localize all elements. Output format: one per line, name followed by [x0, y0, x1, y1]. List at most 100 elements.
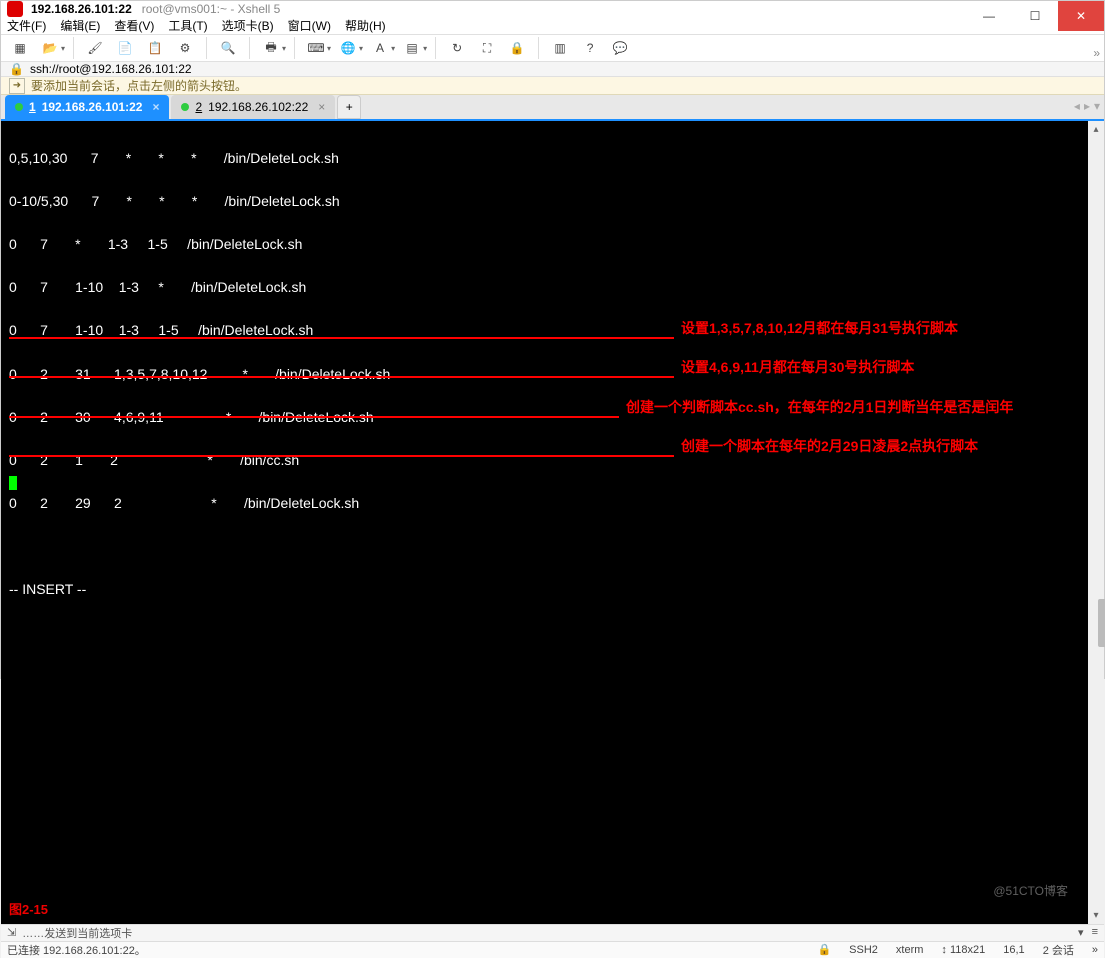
status-protocol: SSH2: [849, 944, 878, 956]
search-icon[interactable]: 🔍: [215, 35, 241, 61]
compose-target-icon[interactable]: ⇲: [7, 926, 16, 939]
tab-scroll: ◂ ▸ ▾: [1074, 99, 1100, 113]
status-size-icon: ↕: [941, 944, 947, 956]
menu-file[interactable]: 文件(F): [7, 17, 46, 34]
menu-window[interactable]: 窗口(W): [288, 17, 331, 34]
tabbar: 1 192.168.26.101:22 × 2 192.168.26.102:2…: [1, 95, 1104, 121]
separator: [538, 37, 539, 59]
infobar-text: 要添加当前会话，点击左侧的箭头按钮。: [31, 77, 247, 94]
term-line: 0 7 * 1-3 1-5 /bin/DeleteLock.sh: [9, 236, 302, 252]
scroll-thumb[interactable]: [1098, 599, 1105, 647]
scroll-up-icon[interactable]: ▴: [1088, 121, 1104, 137]
minimize-button[interactable]: —: [966, 1, 1012, 31]
app-window: 192.168.26.101:22 root@vms001:~ - Xshell…: [0, 0, 1105, 679]
fullscreen-icon[interactable]: ⛶: [474, 35, 500, 61]
help-icon[interactable]: ?: [577, 35, 603, 61]
new-session-icon[interactable]: ▦: [7, 35, 33, 61]
tab-list-icon[interactable]: ▾: [1094, 99, 1100, 113]
status-connection: 已连接 192.168.26.101:22。: [7, 942, 146, 958]
status-sessions: 2 会话: [1043, 942, 1074, 958]
terminal-area: 0,5,10,30 7 * * * /bin/DeleteLock.sh 0-1…: [1, 121, 1104, 924]
title-host: 192.168.26.101:22: [31, 2, 132, 16]
tab-next-icon[interactable]: ▸: [1084, 99, 1090, 113]
annotation-text: 设置1,3,5,7,8,10,12月都在每月31号执行脚本: [681, 319, 958, 339]
scrollbar[interactable]: ▴ ▾: [1088, 121, 1104, 924]
toolbar-overflow-icon[interactable]: »: [1093, 35, 1100, 71]
compose-menu-icon[interactable]: ≡: [1092, 926, 1098, 939]
maximize-button[interactable]: ☐: [1012, 1, 1058, 31]
separator: [249, 37, 250, 59]
term-line: 0 7 1-10 1-3 1-5 /bin/DeleteLock.sh: [9, 322, 313, 338]
watermark: @51CTO博客: [993, 883, 1068, 900]
tab-session-2[interactable]: 2 192.168.26.102:22 ×: [171, 95, 335, 119]
close-button[interactable]: ✕: [1058, 1, 1104, 31]
tab-session-1[interactable]: 1 192.168.26.101:22 ×: [5, 95, 169, 119]
separator: [294, 37, 295, 59]
cursor-icon: [9, 476, 17, 490]
separator: [435, 37, 436, 59]
address-lock-icon: 🔒: [9, 62, 24, 76]
figure-label: 图2-15: [9, 901, 48, 919]
tab-close-icon[interactable]: ×: [318, 100, 325, 114]
menubar: 文件(F) 编辑(E) 查看(V) 工具(T) 选项卡(B) 窗口(W) 帮助(…: [1, 17, 1104, 35]
address-input[interactable]: [30, 62, 1096, 76]
menu-tools[interactable]: 工具(T): [168, 17, 207, 34]
paste-icon[interactable]: 📋: [142, 35, 168, 61]
annotation-underline: [9, 416, 619, 418]
highlight-icon[interactable]: 🖌: [82, 35, 108, 61]
statusbar: 已连接 192.168.26.101:22。 🔒 SSH2 xterm ↕ 11…: [1, 941, 1104, 958]
separator: [73, 37, 74, 59]
compose-bar: ⇲ ……发送到当前选项卡 ▾ ≡: [1, 924, 1104, 941]
layout-icon[interactable]: ▥: [547, 35, 573, 61]
window-controls: — ☐ ✕: [966, 1, 1104, 31]
separator: [206, 37, 207, 59]
font-icon[interactable]: A: [367, 35, 393, 61]
annotation-underline: [9, 376, 674, 378]
term-line: 0-10/5,30 7 * * * /bin/DeleteLock.sh: [9, 193, 340, 209]
menu-tab[interactable]: 选项卡(B): [222, 17, 274, 34]
add-session-arrow-button[interactable]: ➜: [9, 78, 25, 94]
menu-help[interactable]: 帮助(H): [345, 17, 386, 34]
status-overflow-icon[interactable]: »: [1092, 944, 1098, 956]
toolbar: ▦ 📂 ▾ 🖌 📄 📋 ⚙ 🔍 🖶 ▾ ⌨ ▾ 🌐 ▾ A ▾ ▤ ▾ ↻ ⛶ …: [1, 35, 1104, 62]
tab-label: 192.168.26.102:22: [208, 100, 308, 114]
status-dot-icon: [181, 103, 189, 111]
annotation-underline: [9, 455, 674, 457]
term-line: 0,5,10,30 7 * * * /bin/DeleteLock.sh: [9, 150, 339, 166]
status-size: 118x21: [950, 944, 985, 956]
status-lock-icon: 🔒: [817, 943, 831, 956]
compose-text: ……发送到当前选项卡: [22, 925, 132, 941]
annotation-underline: [9, 337, 674, 339]
scroll-down-icon[interactable]: ▾: [1088, 908, 1104, 924]
tab-add-button[interactable]: +: [337, 95, 361, 119]
reconnect-icon[interactable]: ↻: [444, 35, 470, 61]
color-icon[interactable]: ▤: [399, 35, 425, 61]
tab-prev-icon[interactable]: ◂: [1074, 99, 1080, 113]
terminal[interactable]: 0,5,10,30 7 * * * /bin/DeleteLock.sh 0-1…: [1, 121, 1088, 924]
comment-icon[interactable]: 💬: [607, 35, 633, 61]
keyboard-icon[interactable]: ⌨: [303, 35, 329, 61]
tab-label: 192.168.26.101:22: [42, 100, 143, 114]
menu-edit[interactable]: 编辑(E): [60, 17, 100, 34]
tab-accel: 2: [195, 100, 202, 114]
tab-accel: 1: [29, 100, 36, 114]
lock-icon[interactable]: 🔒: [504, 35, 530, 61]
annotation-text: 创建一个脚本在每年的2月29日凌晨2点执行脚本: [681, 437, 978, 457]
term-line: 0 7 1-10 1-3 * /bin/DeleteLock.sh: [9, 279, 306, 295]
status-cursor-pos: 16,1: [1003, 944, 1024, 956]
term-line: -- INSERT --: [9, 581, 86, 597]
annotation-text: 设置4,6,9,11月都在每月30号执行脚本: [681, 358, 914, 378]
addressbar: 🔒: [1, 62, 1104, 77]
globe-icon[interactable]: 🌐: [335, 35, 361, 61]
titlebar: 192.168.26.101:22 root@vms001:~ - Xshell…: [1, 1, 1104, 17]
tab-close-icon[interactable]: ×: [152, 100, 159, 114]
properties-icon[interactable]: ⚙: [172, 35, 198, 61]
open-session-icon[interactable]: 📂: [37, 35, 63, 61]
menu-view[interactable]: 查看(V): [114, 17, 154, 34]
status-term-type: xterm: [896, 944, 924, 956]
compose-dropdown-icon[interactable]: ▾: [1078, 926, 1084, 939]
infobar: ➜ 要添加当前会话，点击左侧的箭头按钮。: [1, 77, 1104, 95]
copy-icon[interactable]: 📄: [112, 35, 138, 61]
print-icon[interactable]: 🖶: [258, 35, 284, 61]
status-dot-icon: [15, 103, 23, 111]
